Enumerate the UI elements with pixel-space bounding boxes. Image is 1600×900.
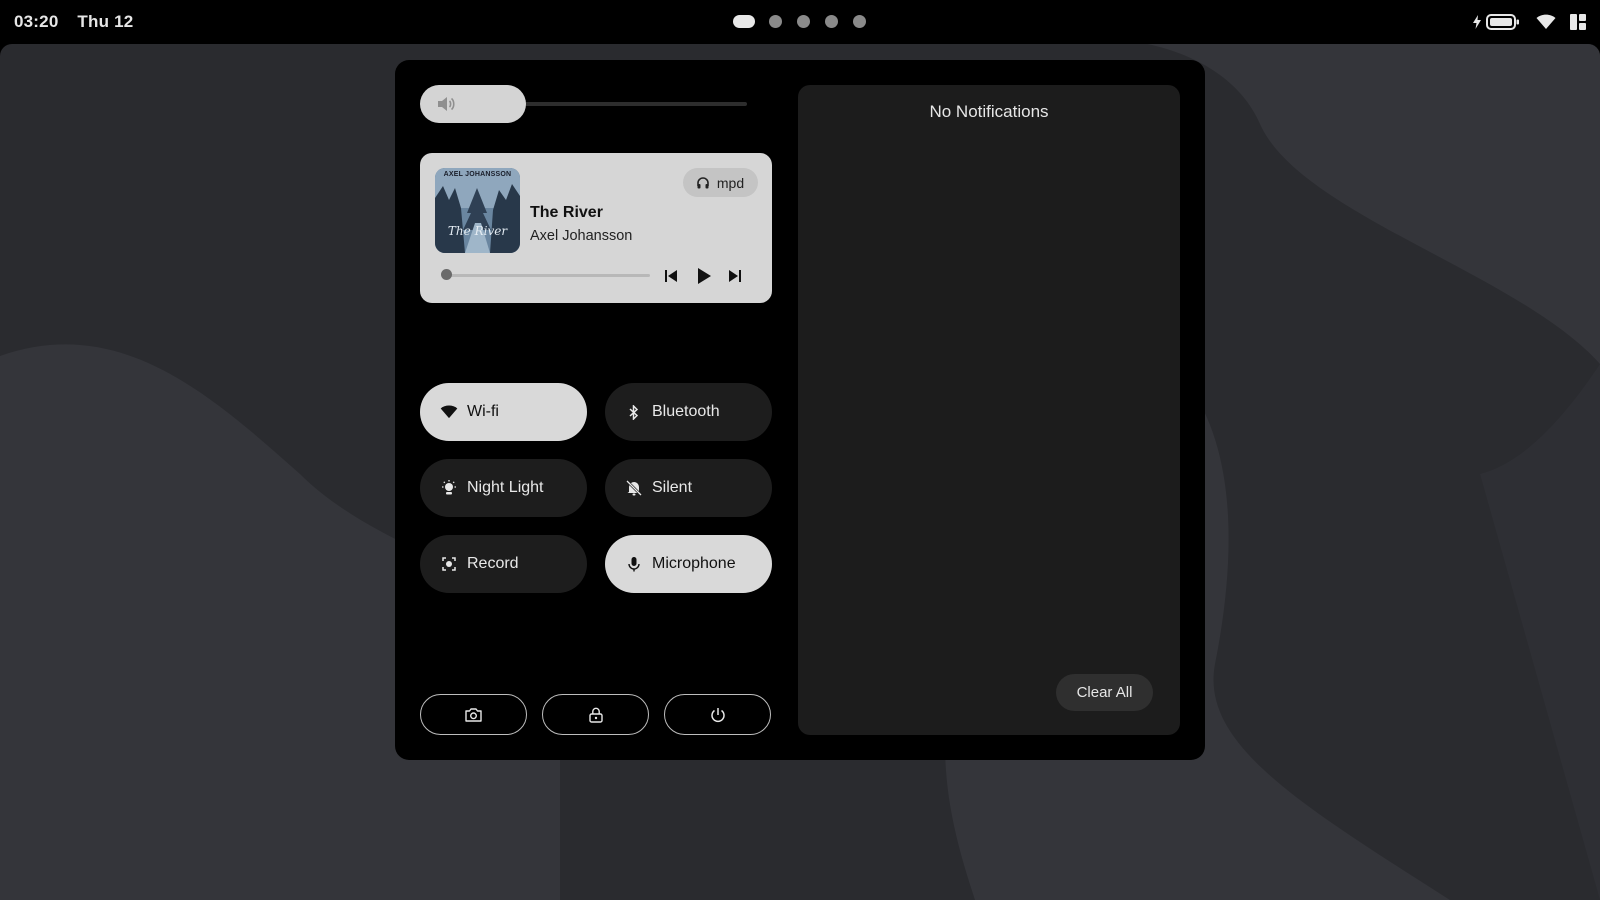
workspace-1[interactable] xyxy=(733,15,755,28)
previous-track-button[interactable] xyxy=(662,267,680,285)
quick-settings-panel: AXEL JOHANSSON The River mpd The River A… xyxy=(395,60,1205,760)
layout-icon xyxy=(1570,14,1586,30)
power-button[interactable] xyxy=(664,694,771,735)
power-icon xyxy=(710,707,726,723)
screenshot-icon xyxy=(465,707,482,722)
microphone-toggle-label: Microphone xyxy=(652,555,736,572)
microphone-icon xyxy=(625,555,643,573)
wifi-icon xyxy=(1536,14,1556,30)
charging-icon xyxy=(1472,15,1482,29)
bluetooth-toggle[interactable]: Bluetooth xyxy=(605,383,772,441)
silent-toggle-label: Silent xyxy=(652,479,693,496)
top-bar: 03:20 Thu 12 xyxy=(0,0,1600,44)
wifi-toggle[interactable]: Wi-fi xyxy=(420,383,587,441)
speaker-icon xyxy=(438,96,456,117)
date-label: Thu 12 xyxy=(77,12,134,31)
cover-artist-text: AXEL JOHANSSON xyxy=(443,171,512,178)
volume-slider-knob[interactable] xyxy=(420,85,526,123)
microphone-toggle[interactable]: Microphone xyxy=(605,535,772,593)
lock-icon xyxy=(588,707,603,723)
bluetooth-icon xyxy=(625,403,643,421)
battery-icon xyxy=(1486,13,1520,31)
workspace-4[interactable] xyxy=(825,15,838,28)
notification-center: No Notifications Clear All xyxy=(798,85,1180,735)
workspace-3[interactable] xyxy=(797,15,810,28)
night-light-toggle-label: Night Light xyxy=(467,479,544,496)
media-progress-knob[interactable] xyxy=(441,269,452,280)
record-toggle-label: Record xyxy=(467,555,519,572)
workspace-2[interactable] xyxy=(769,15,782,28)
record-toggle[interactable]: Record xyxy=(420,535,587,593)
media-player-card: AXEL JOHANSSON The River mpd The River A… xyxy=(420,153,772,303)
silent-toggle[interactable]: Silent xyxy=(605,459,772,517)
next-track-button[interactable] xyxy=(726,267,744,285)
media-source-label: mpd xyxy=(716,174,745,191)
screenshot-button[interactable] xyxy=(420,694,527,735)
bluetooth-toggle-label: Bluetooth xyxy=(652,403,720,420)
workspace-indicator xyxy=(733,15,866,28)
wifi-icon xyxy=(440,403,458,421)
no-notifications-label: No Notifications xyxy=(929,102,1049,121)
screen-record-icon xyxy=(440,555,458,573)
system-tray[interactable] xyxy=(1472,12,1600,32)
time-label: 03:20 xyxy=(14,12,59,31)
headphones-icon xyxy=(697,176,709,189)
bell-off-icon xyxy=(625,479,643,497)
wifi-toggle-label: Wi-fi xyxy=(467,403,499,420)
media-source-chip[interactable]: mpd xyxy=(683,168,758,197)
clock[interactable]: 03:20 Thu 12 xyxy=(14,12,133,32)
night-light-icon xyxy=(440,479,458,497)
lock-button[interactable] xyxy=(542,694,649,735)
clear-all-button[interactable]: Clear All xyxy=(1056,674,1153,711)
track-artist: Axel Johansson xyxy=(530,228,633,244)
album-cover: AXEL JOHANSSON The River xyxy=(435,168,520,253)
play-button[interactable] xyxy=(695,267,713,285)
media-progress-bar[interactable] xyxy=(445,274,650,277)
track-title: The River xyxy=(530,204,603,221)
cover-title-text: The River xyxy=(447,224,508,238)
night-light-toggle[interactable]: Night Light xyxy=(420,459,587,517)
workspace-5[interactable] xyxy=(853,15,866,28)
